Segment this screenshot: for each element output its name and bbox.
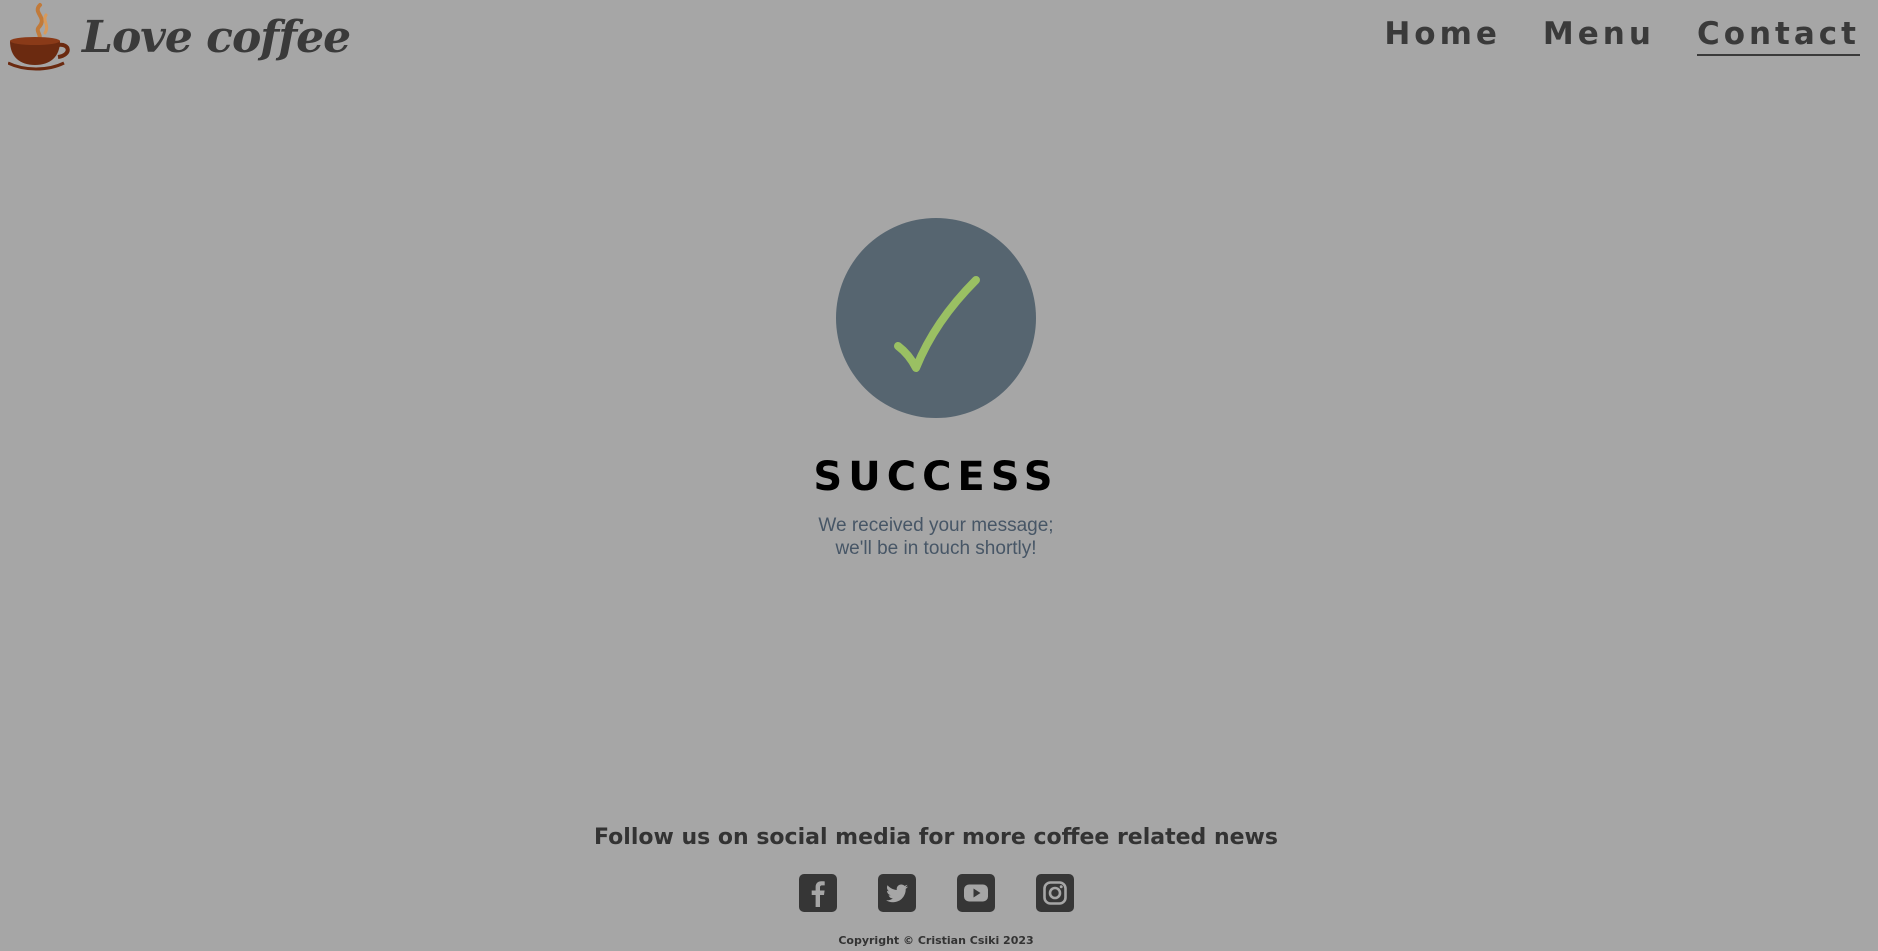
coffee-cup-icon (8, 1, 72, 71)
checkmark-icon (894, 276, 980, 372)
success-message-line-1: We received your message; (818, 515, 1054, 536)
copyright-text: Copyright © Cristian Csiki 2023 (838, 934, 1034, 947)
nav-contact-link[interactable]: Contact (1696, 16, 1860, 56)
instagram-link[interactable] (1035, 874, 1074, 912)
nav-menu-link[interactable]: Menu (1543, 16, 1655, 56)
main-nav: Home Menu Contact (1384, 16, 1860, 56)
footer-title: Follow us on social media for more coffe… (594, 825, 1278, 850)
twitter-icon (885, 884, 908, 903)
facebook-link[interactable] (798, 874, 837, 912)
nav-home-link[interactable]: Home (1384, 16, 1501, 56)
success-message: We received your message; we'll be in to… (0, 514, 1872, 560)
youtube-link[interactable] (956, 874, 995, 912)
logo-text: Love coffee (82, 12, 351, 63)
success-message-line-2: we'll be in touch shortly! (835, 538, 1037, 559)
logo[interactable]: Love coffee (8, 0, 351, 72)
social-links (0, 874, 1872, 912)
youtube-icon (963, 884, 988, 902)
twitter-link[interactable] (877, 874, 916, 912)
page: Love coffee Home Menu Contact SUCCESS We… (0, 0, 1878, 951)
instagram-icon (1042, 881, 1067, 905)
success-circle (836, 218, 1036, 418)
facebook-icon (811, 881, 825, 907)
success-title: SUCCESS (813, 454, 1059, 500)
